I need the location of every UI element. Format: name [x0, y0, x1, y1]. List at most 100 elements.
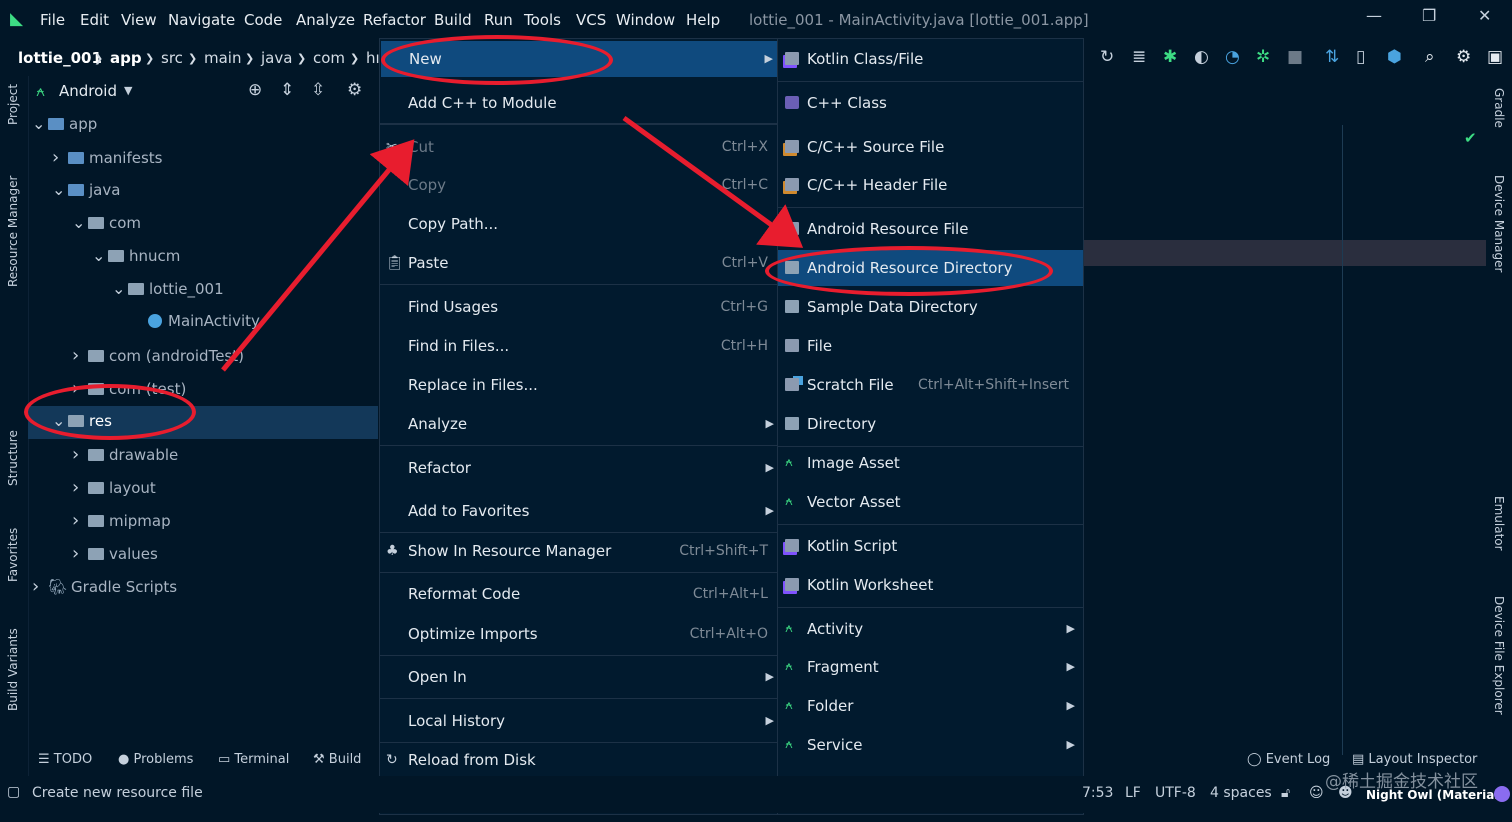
- breadcrumb-item[interactable]: java: [261, 49, 292, 67]
- chevron-right-icon[interactable]: ›: [72, 345, 88, 366]
- new-item-service[interactable]: ⍲ Service ▶: [778, 727, 1083, 763]
- breadcrumb-item[interactable]: lottie_001: [18, 49, 102, 67]
- menu-item-local-history[interactable]: Local History ▶: [380, 703, 778, 739]
- expand-all-icon[interactable]: ⇕: [280, 80, 294, 100]
- menu-window[interactable]: Window: [616, 11, 675, 29]
- tool-tab-emulator[interactable]: Emulator: [1492, 496, 1506, 551]
- chevron-down-icon[interactable]: ▼: [124, 84, 132, 97]
- search-icon[interactable]: ⌕: [1425, 47, 1435, 67]
- new-item-fragment[interactable]: ⍲ Fragment ▶: [778, 649, 1083, 685]
- tool-tab-project[interactable]: Project: [6, 84, 20, 150]
- minimize-icon[interactable]: —: [1366, 6, 1382, 25]
- menu-item-find-in-files[interactable]: Find in Files... Ctrl+H: [380, 328, 778, 364]
- tree-item-gradle-scripts[interactable]: › 🐘︎ Gradle Scripts: [32, 576, 177, 597]
- gradle-sync-icon[interactable]: ⇅: [1325, 47, 1339, 67]
- list-icon[interactable]: ≣: [1132, 47, 1146, 67]
- chevron-down-icon[interactable]: ⌄: [112, 279, 128, 298]
- tree-item-manifests[interactable]: › manifests: [52, 147, 163, 168]
- new-item-c-class[interactable]: C++ Class: [778, 85, 1083, 121]
- new-item-folder[interactable]: ⍲ Folder ▶: [778, 688, 1083, 724]
- project-view-selector[interactable]: Android: [59, 82, 117, 100]
- menu-item-reload-from-disk[interactable]: ↻ Reload from Disk: [380, 742, 778, 778]
- new-item-android-resource-file[interactable]: Android Resource File: [778, 211, 1083, 247]
- new-item-kotlin-script[interactable]: Kotlin Script: [778, 528, 1083, 564]
- feedback-icon[interactable]: ☺: [1309, 785, 1324, 801]
- tree-item-java[interactable]: ⌄ java: [52, 180, 120, 199]
- menu-analyze[interactable]: Analyze: [296, 11, 355, 29]
- caret-position[interactable]: 7:53: [1082, 785, 1113, 801]
- chevron-down-icon[interactable]: ⌄: [72, 213, 88, 232]
- new-item-scratch-file[interactable]: Scratch File Ctrl+Alt+Shift+Insert: [778, 367, 1083, 403]
- tree-item-values[interactable]: › values: [72, 543, 158, 564]
- new-item-c-c-header-file[interactable]: C/C++ Header File: [778, 167, 1083, 203]
- tool-tab-device-file-explorer[interactable]: Device File Explorer: [1492, 596, 1506, 715]
- chevron-right-icon[interactable]: ›: [72, 510, 88, 531]
- bottom-tab-problems[interactable]: ● Problems: [118, 752, 193, 767]
- new-item-directory[interactable]: Directory: [778, 406, 1083, 442]
- gauge-icon[interactable]: ◔: [1225, 47, 1240, 67]
- panel-toggle-icon[interactable]: ▢: [7, 784, 20, 800]
- restore-icon[interactable]: ❐: [1422, 6, 1436, 25]
- tree-item-com-androidtest-[interactable]: › com (androidTest): [72, 345, 244, 366]
- new-item-image-asset[interactable]: ⍲ Image Asset: [778, 445, 1083, 481]
- sync-icon[interactable]: ↻: [1100, 47, 1114, 67]
- bottom-tab-layout-inspector[interactable]: ▤ Layout Inspector: [1352, 752, 1477, 767]
- account-icon[interactable]: ▣: [1487, 47, 1503, 67]
- tool-tab-favorites[interactable]: Favorites: [6, 528, 20, 605]
- menu-item-add-c-to-module[interactable]: Add C++ to Module: [380, 85, 778, 121]
- tree-item-layout[interactable]: › layout: [72, 477, 156, 498]
- tree-item-mainactivity[interactable]: MainActivity: [132, 312, 260, 330]
- locate-icon[interactable]: ⊕: [248, 80, 262, 100]
- menu-item-open-in[interactable]: Open In ▶: [380, 659, 778, 695]
- collapse-all-icon[interactable]: ⇳: [311, 80, 325, 100]
- menu-file[interactable]: File: [40, 11, 65, 29]
- tree-item-mipmap[interactable]: › mipmap: [72, 510, 171, 531]
- settings-icon[interactable]: ⚙: [1456, 47, 1471, 67]
- new-item-vector-asset[interactable]: ⍲ Vector Asset: [778, 484, 1083, 520]
- menu-item-find-usages[interactable]: Find Usages Ctrl+G: [380, 289, 778, 325]
- menu-item-refactor[interactable]: Refactor ▶: [380, 450, 778, 486]
- apply-changes-icon[interactable]: ✲: [1256, 47, 1270, 67]
- editor-area[interactable]: [1082, 76, 1488, 756]
- breadcrumb-item[interactable]: app: [110, 49, 142, 67]
- bottom-tab-build[interactable]: ⚒ Build: [313, 752, 361, 767]
- file-encoding[interactable]: UTF-8: [1155, 785, 1196, 801]
- chevron-down-icon[interactable]: ⌄: [32, 114, 48, 133]
- chevron-right-icon[interactable]: ›: [72, 444, 88, 465]
- menu-tools[interactable]: Tools: [524, 11, 561, 29]
- chevron-right-icon[interactable]: ›: [72, 477, 88, 498]
- tool-tab-resource-manager[interactable]: Resource Manager: [6, 176, 20, 310]
- new-item-kotlin-class-file[interactable]: Kotlin Class/File: [778, 41, 1083, 77]
- lock-icon[interactable]: 🔓︎: [1281, 785, 1290, 801]
- gear-icon[interactable]: ⚙: [347, 80, 362, 100]
- bottom-tab-event-log[interactable]: ◯ Event Log: [1247, 752, 1330, 767]
- tree-item-app[interactable]: ⌄ app: [32, 114, 97, 133]
- line-separator[interactable]: LF: [1125, 785, 1141, 801]
- breadcrumb-item[interactable]: com: [313, 49, 345, 67]
- new-item-kotlin-worksheet[interactable]: Kotlin Worksheet: [778, 567, 1083, 603]
- menu-item-optimize-imports[interactable]: Optimize Imports Ctrl+Alt+O: [380, 616, 778, 652]
- new-item-c-c-source-file[interactable]: C/C++ Source File: [778, 129, 1083, 165]
- profile-icon[interactable]: ◐: [1194, 47, 1209, 67]
- bottom-tab-todo[interactable]: ☰ TODO: [38, 752, 92, 767]
- chevron-right-icon[interactable]: ›: [52, 147, 68, 168]
- debug-icon[interactable]: ✱: [1163, 47, 1177, 67]
- indent-setting[interactable]: 4 spaces: [1210, 785, 1272, 801]
- device-manager-icon[interactable]: ▯: [1356, 47, 1365, 67]
- menu-navigate[interactable]: Navigate: [168, 11, 235, 29]
- menu-item-show-in-resource-manager[interactable]: ♣ Show In Resource Manager Ctrl+Shift+T: [380, 533, 778, 569]
- close-icon[interactable]: ✕: [1478, 6, 1491, 25]
- menu-edit[interactable]: Edit: [80, 11, 109, 29]
- tree-item-com[interactable]: ⌄ com: [72, 213, 141, 232]
- chevron-right-icon[interactable]: ›: [32, 576, 48, 597]
- menu-refactor[interactable]: Refactor: [363, 11, 426, 29]
- chevron-down-icon[interactable]: ⌄: [92, 246, 108, 265]
- menu-code[interactable]: Code: [244, 11, 282, 29]
- menu-item-replace-in-files[interactable]: Replace in Files...: [380, 367, 778, 403]
- tool-tab-structure[interactable]: Structure: [6, 430, 20, 500]
- menu-help[interactable]: Help: [686, 11, 720, 29]
- new-item-file[interactable]: File: [778, 328, 1083, 364]
- tool-tab-device-manager[interactable]: Device Manager: [1492, 175, 1506, 272]
- sdk-manager-icon[interactable]: ⬢: [1387, 47, 1402, 67]
- tool-tab-build-variants[interactable]: Build Variants: [6, 628, 20, 730]
